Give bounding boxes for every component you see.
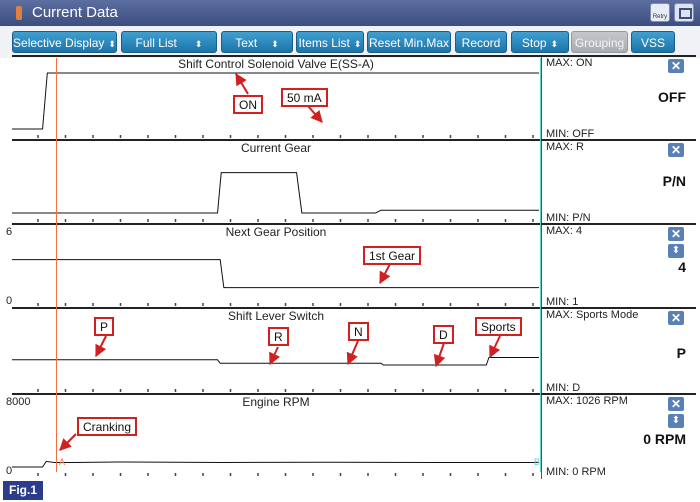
chart-area: Shift Lever Switch bbox=[12, 309, 540, 395]
data-panel-current-gear: Current Gear MAX: R P/N MIN: P/N ✕ bbox=[12, 139, 696, 225]
cursor-b-line[interactable] bbox=[540, 58, 541, 472]
y-axis-max-label: 8000 bbox=[6, 396, 31, 408]
max-value: MAX: R bbox=[546, 141, 584, 153]
reset-min-max-button[interactable]: Reset Min.Max bbox=[367, 31, 451, 53]
figure-label: Fig.1 bbox=[3, 481, 43, 500]
signal-trace bbox=[12, 72, 539, 130]
selective-display-dropdown[interactable]: Selective Display ⬍ bbox=[12, 31, 117, 53]
chart-area: Engine RPM bbox=[12, 395, 540, 479]
window-title: Current Data bbox=[32, 4, 118, 21]
chart-area: Shift Control Solenoid Valve E(SS-A) bbox=[12, 57, 540, 141]
app-icon bbox=[16, 6, 22, 20]
current-value: P bbox=[676, 345, 686, 361]
retry-button[interactable]: Retry bbox=[650, 3, 670, 22]
cursor-a-line[interactable] bbox=[56, 58, 57, 472]
data-panel-shift-lever-switch: Shift Lever Switch MAX: Sports Mode P MI… bbox=[12, 307, 696, 395]
record-button[interactable]: Record bbox=[455, 31, 507, 53]
callout-d: D bbox=[433, 325, 454, 344]
data-panel-engine-rpm: Engine RPM 8000 0 MAX: 1026 RPM 0 RPM MI… bbox=[6, 393, 696, 479]
max-value: MAX: Sports Mode bbox=[546, 309, 639, 321]
callout-50ma: 50 mA bbox=[281, 88, 328, 107]
info-panel: MAX: R P/N MIN: P/N ✕ bbox=[541, 141, 696, 225]
items-list-dropdown[interactable]: Items List ⬍ bbox=[296, 31, 364, 53]
signal-trace bbox=[12, 356, 539, 366]
panel-title: Shift Control Solenoid Valve E(SS-A) bbox=[178, 57, 374, 71]
panel-title: Shift Lever Switch bbox=[227, 309, 325, 323]
dropdown-arrow-icon: ⬍ bbox=[108, 39, 116, 49]
scale-adjust-icon[interactable]: ⬍ bbox=[668, 414, 684, 428]
max-value: MAX: ON bbox=[546, 57, 593, 69]
callout-n: N bbox=[348, 322, 369, 341]
current-value: 4 bbox=[678, 259, 686, 275]
callout-on: ON bbox=[233, 95, 263, 114]
close-icon[interactable]: ✕ bbox=[668, 143, 684, 157]
close-icon[interactable]: ✕ bbox=[668, 59, 684, 73]
max-value: MAX: 4 bbox=[546, 225, 583, 237]
data-panel-solenoid-valve: Shift Control Solenoid Valve E(SS-A) MAX… bbox=[12, 55, 696, 141]
full-list-dropdown[interactable]: Full List ⬍ bbox=[121, 31, 217, 53]
chart-area: Next Gear Position bbox=[12, 225, 540, 309]
close-icon[interactable]: ✕ bbox=[668, 397, 684, 411]
signal-trace bbox=[12, 259, 539, 289]
y-axis-max-label: 6 bbox=[6, 226, 13, 238]
signal-trace bbox=[12, 460, 539, 468]
chart-area: Current Gear bbox=[12, 141, 540, 225]
vss-button[interactable]: VSS bbox=[631, 31, 675, 53]
panel-title: Next Gear Position bbox=[225, 225, 327, 239]
title-bar: Current Data Retry bbox=[0, 0, 700, 26]
panel-title: Current Gear bbox=[240, 141, 312, 155]
cursor-b-label: B bbox=[534, 457, 541, 467]
text-dropdown[interactable]: Text ⬍ bbox=[221, 31, 293, 53]
y-axis-min-label: 0 bbox=[6, 465, 13, 477]
toolbar: Selective Display ⬍ Full List ⬍ Text ⬍ Item… bbox=[0, 26, 700, 58]
current-value: OFF bbox=[658, 89, 686, 105]
stop-dropdown[interactable]: Stop ⬍ bbox=[511, 31, 569, 53]
panel-title: Engine RPM bbox=[242, 395, 310, 409]
close-icon[interactable]: ✕ bbox=[668, 311, 684, 325]
grouping-button[interactable]: Grouping bbox=[571, 31, 628, 53]
info-panel: MAX: 4 4 MIN: 1 ✕ ⬍ bbox=[541, 225, 696, 309]
callout-r: R bbox=[268, 327, 289, 346]
callout-1st-gear: 1st Gear bbox=[363, 246, 422, 265]
dropdown-arrow-icon: ⬍ bbox=[550, 39, 559, 49]
info-panel: MAX: 1026 RPM 0 RPM MIN: 0 RPM ✕ ⬍ bbox=[541, 395, 696, 479]
dropdown-arrow-icon: ⬍ bbox=[271, 39, 279, 49]
min-value: MIN: 0 RPM bbox=[546, 466, 606, 478]
data-panel-next-gear-position: Next Gear Position 6 0 MAX: 4 4 MIN: 1 ✕… bbox=[6, 223, 696, 309]
cursor-a-label: A bbox=[59, 457, 66, 467]
info-panel: MAX: Sports Mode P MIN: D ✕ bbox=[541, 309, 696, 395]
callout-sports: Sports bbox=[475, 317, 522, 336]
dropdown-arrow-icon: ⬍ bbox=[353, 39, 362, 49]
scale-adjust-icon[interactable]: ⬍ bbox=[668, 244, 684, 258]
current-value: 0 RPM bbox=[643, 431, 686, 447]
callout-p: P bbox=[94, 317, 115, 336]
info-panel: MAX: ON OFF MIN: OFF ✕ bbox=[541, 57, 696, 141]
restore-window-button[interactable] bbox=[674, 3, 694, 22]
callout-cranking: Cranking bbox=[77, 417, 138, 436]
signal-trace bbox=[12, 172, 539, 214]
y-axis-min-label: 0 bbox=[6, 295, 13, 307]
max-value: MAX: 1026 RPM bbox=[546, 395, 628, 407]
close-icon[interactable]: ✕ bbox=[668, 227, 684, 241]
dropdown-arrow-icon: ⬍ bbox=[194, 39, 203, 49]
current-value: P/N bbox=[662, 173, 686, 189]
